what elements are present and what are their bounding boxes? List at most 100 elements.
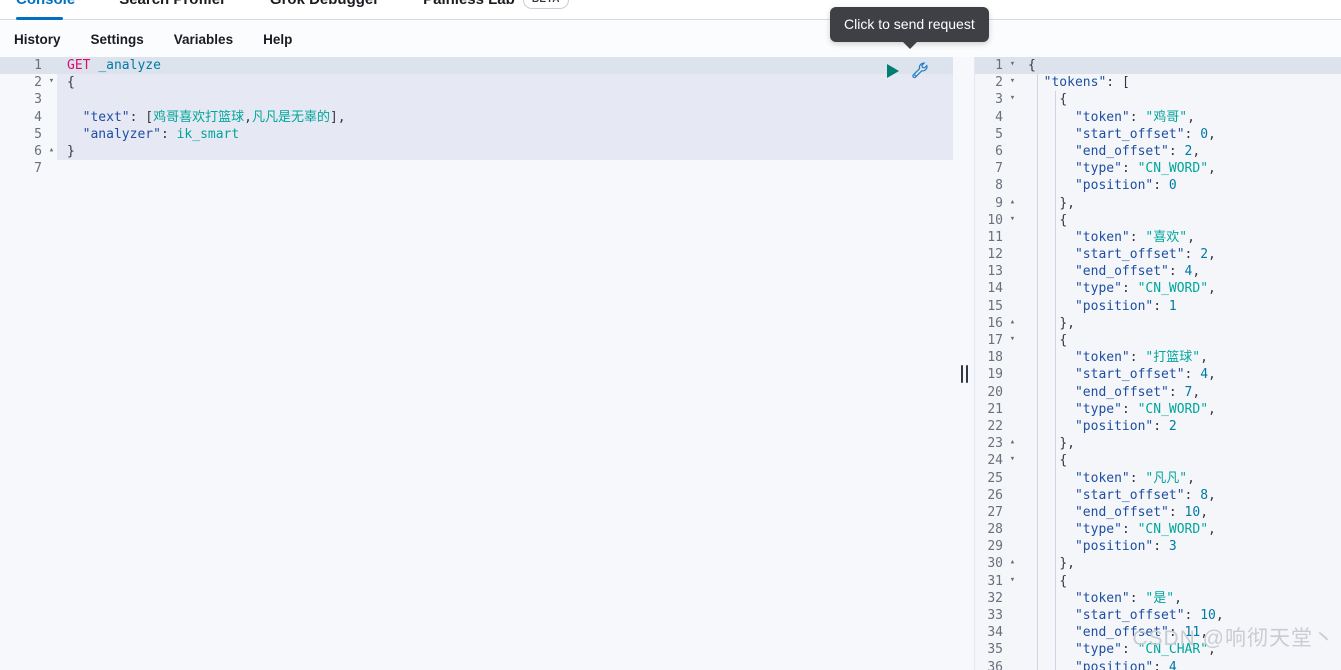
- fold-toggle[interactable]: ▾: [1007, 73, 1018, 90]
- response-line[interactable]: 1 ▾ {: [975, 57, 1341, 75]
- fold-toggle[interactable]: [1007, 279, 1018, 296]
- fold-toggle[interactable]: [1007, 348, 1018, 365]
- fold-toggle[interactable]: ▾: [1007, 57, 1018, 73]
- fold-toggle[interactable]: ▾: [1007, 211, 1018, 228]
- response-line[interactable]: 35 "type": "CN_CHAR",: [975, 641, 1341, 658]
- fold-toggle[interactable]: [1007, 228, 1018, 245]
- fold-toggle[interactable]: [1007, 297, 1018, 314]
- fold-toggle[interactable]: [1007, 589, 1018, 606]
- fold-toggle[interactable]: [46, 108, 57, 125]
- fold-toggle[interactable]: [1007, 486, 1018, 503]
- fold-toggle[interactable]: [1007, 159, 1018, 176]
- response-line[interactable]: 13 "end_offset": 4,: [975, 263, 1341, 280]
- response-line[interactable]: 34 "end_offset": 11,: [975, 624, 1341, 641]
- response-line[interactable]: 16 ▴ },: [975, 315, 1341, 332]
- response-line[interactable]: 30 ▴ },: [975, 555, 1341, 572]
- tab-console[interactable]: Console: [16, 0, 91, 20]
- fold-toggle[interactable]: ▴: [1007, 554, 1018, 571]
- response-line[interactable]: 17 ▾ {: [975, 332, 1341, 349]
- request-line[interactable]: 2 ▾ {: [0, 73, 953, 92]
- request-line[interactable]: 6 ▴ }: [0, 142, 953, 161]
- response-line[interactable]: 29 "position": 3: [975, 538, 1341, 555]
- response-line[interactable]: 18 "token": "打篮球",: [975, 349, 1341, 366]
- response-line[interactable]: 36 "position": 4: [975, 659, 1341, 670]
- fold-toggle[interactable]: [1007, 245, 1018, 262]
- tab-search-profiler[interactable]: Search Profiler: [119, 0, 242, 20]
- request-line[interactable]: 4 "text": [鸡哥喜欢打篮球,凡凡是无辜的],: [0, 108, 953, 126]
- fold-toggle[interactable]: ▾: [46, 73, 57, 90]
- fold-toggle[interactable]: [1007, 658, 1018, 670]
- fold-toggle[interactable]: [1007, 623, 1018, 640]
- fold-toggle[interactable]: [1007, 640, 1018, 657]
- wrench-icon[interactable]: [912, 62, 929, 79]
- request-code[interactable]: 1 GET _analyze 2 ▾ { 3 4 "text": [鸡哥喜欢打篮…: [0, 57, 953, 177]
- fold-toggle[interactable]: ▾: [1007, 451, 1018, 468]
- fold-toggle[interactable]: ▾: [1007, 572, 1018, 589]
- response-line[interactable]: 2 ▾ "tokens": [: [975, 74, 1341, 91]
- menu-item-settings[interactable]: Settings: [91, 32, 144, 47]
- response-line[interactable]: 3 ▾ {: [975, 91, 1341, 108]
- response-viewer[interactable]: 1 ▾{2 ▾ "tokens": [3 ▾ {4 "token": "鸡哥", 5 "…: [975, 57, 1341, 670]
- menu-item-help[interactable]: Help: [263, 32, 292, 47]
- response-line[interactable]: 25 "token": "凡凡",: [975, 470, 1341, 487]
- resize-handle-icon[interactable]: [959, 365, 969, 383]
- fold-toggle[interactable]: [1007, 176, 1018, 193]
- menu-item-variables[interactable]: Variables: [174, 32, 233, 47]
- fold-toggle[interactable]: ▴: [46, 142, 57, 159]
- response-line[interactable]: 6 "end_offset": 2,: [975, 143, 1341, 160]
- response-line[interactable]: 24 ▾ {: [975, 452, 1341, 469]
- fold-toggle[interactable]: [1007, 108, 1018, 125]
- response-line[interactable]: 7 "type": "CN_WORD",: [975, 160, 1341, 177]
- fold-toggle[interactable]: ▾: [1007, 90, 1018, 107]
- request-line[interactable]: 1 GET _analyze: [0, 57, 953, 75]
- response-line[interactable]: 33 "start_offset": 10,: [975, 607, 1341, 624]
- response-line[interactable]: 23 ▴ },: [975, 435, 1341, 452]
- fold-toggle[interactable]: [46, 125, 57, 142]
- fold-toggle[interactable]: [46, 159, 57, 176]
- request-line[interactable]: 7: [0, 160, 953, 177]
- fold-toggle[interactable]: [1007, 469, 1018, 486]
- response-line[interactable]: 26 "start_offset": 8,: [975, 487, 1341, 504]
- request-editor[interactable]: 1 GET _analyze 2 ▾ { 3 4 "text": [鸡哥喜欢打篮…: [0, 57, 953, 670]
- fold-toggle[interactable]: ▴: [1007, 314, 1018, 331]
- fold-toggle[interactable]: [1007, 262, 1018, 279]
- response-line[interactable]: 15 "position": 1: [975, 298, 1341, 315]
- fold-toggle[interactable]: [1007, 383, 1018, 400]
- fold-toggle[interactable]: [1007, 520, 1018, 537]
- fold-toggle[interactable]: [1007, 142, 1018, 159]
- response-line[interactable]: 22 "position": 2: [975, 418, 1341, 435]
- response-line[interactable]: 9 ▴ },: [975, 195, 1341, 212]
- menu-item-history[interactable]: History: [14, 32, 61, 47]
- response-line[interactable]: 31 ▾ {: [975, 573, 1341, 590]
- response-line[interactable]: 8 "position": 0: [975, 177, 1341, 194]
- fold-toggle[interactable]: ▴: [1007, 434, 1018, 451]
- fold-toggle[interactable]: [1007, 400, 1018, 417]
- response-line[interactable]: 28 "type": "CN_WORD",: [975, 521, 1341, 538]
- response-code[interactable]: 1 ▾{2 ▾ "tokens": [3 ▾ {4 "token": "鸡哥", 5 "…: [975, 57, 1341, 670]
- response-line[interactable]: 32 "token": "是",: [975, 590, 1341, 607]
- response-line[interactable]: 20 "end_offset": 7,: [975, 384, 1341, 401]
- fold-toggle[interactable]: [1007, 537, 1018, 554]
- fold-toggle[interactable]: [1007, 606, 1018, 623]
- response-line[interactable]: 10 ▾ {: [975, 212, 1341, 229]
- fold-toggle[interactable]: [1007, 365, 1018, 382]
- response-line[interactable]: 12 "start_offset": 2,: [975, 246, 1341, 263]
- response-line[interactable]: 27 "end_offset": 10,: [975, 504, 1341, 521]
- response-line[interactable]: 11 "token": "喜欢",: [975, 229, 1341, 246]
- response-line[interactable]: 4 "token": "鸡哥",: [975, 109, 1341, 126]
- response-line[interactable]: 19 "start_offset": 4,: [975, 366, 1341, 383]
- fold-toggle[interactable]: [46, 57, 57, 73]
- fold-toggle[interactable]: [1007, 417, 1018, 434]
- pane-splitter[interactable]: [953, 57, 975, 670]
- play-icon[interactable]: [886, 63, 900, 79]
- tab-painless-lab[interactable]: Painless Lab BETA: [423, 0, 585, 20]
- request-line[interactable]: 5 "analyzer": ik_smart: [0, 125, 953, 143]
- fold-toggle[interactable]: [1007, 125, 1018, 142]
- tab-grok-debugger[interactable]: Grok Debugger: [270, 0, 395, 20]
- fold-toggle[interactable]: [1007, 503, 1018, 520]
- fold-toggle[interactable]: ▴: [1007, 194, 1018, 211]
- response-line[interactable]: 5 "start_offset": 0,: [975, 126, 1341, 143]
- fold-toggle[interactable]: ▾: [1007, 331, 1018, 348]
- fold-toggle[interactable]: [46, 90, 57, 107]
- response-line[interactable]: 21 "type": "CN_WORD",: [975, 401, 1341, 418]
